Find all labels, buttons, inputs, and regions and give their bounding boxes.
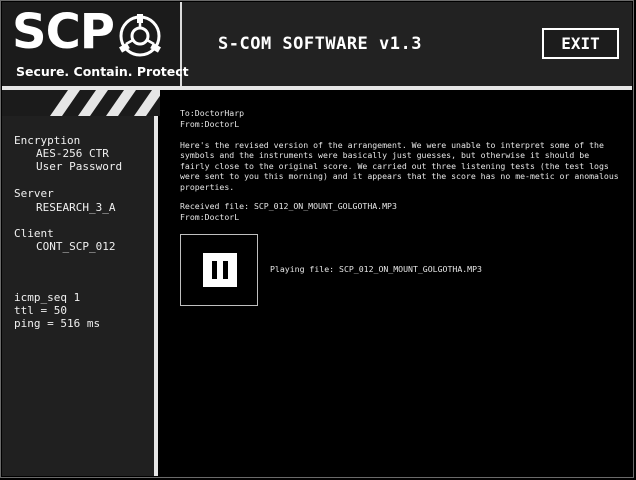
client-label: Client bbox=[14, 227, 54, 240]
received-from: From:DoctorL bbox=[180, 212, 240, 222]
encryption-label: Encryption bbox=[14, 134, 81, 147]
logo-tagline: Secure. Contain. Protect bbox=[16, 64, 189, 79]
message-from: From:DoctorL bbox=[180, 119, 240, 129]
ttl-stat: ttl = 50 bbox=[14, 304, 67, 317]
server-value: RESEARCH_3_A bbox=[36, 201, 116, 214]
scp-emblem-icon bbox=[119, 14, 161, 57]
received-file: Received file: SCP_012_ON_MOUNT_GOLGOTHA… bbox=[180, 201, 397, 211]
encryption-cipher: AES-256 CTR bbox=[36, 147, 109, 160]
ping-stat: ping = 516 ms bbox=[14, 317, 101, 330]
server-label: Server bbox=[14, 187, 54, 200]
pause-button[interactable] bbox=[203, 253, 237, 287]
message-to: To:DoctorHarp bbox=[180, 108, 245, 118]
sidebar-divider bbox=[154, 116, 158, 476]
scp-logo: SCP Secure. Contain. Protect bbox=[2, 2, 189, 86]
app-title: S-COM SOFTWARE v1.3 bbox=[218, 34, 422, 54]
logo-text: SCP bbox=[12, 4, 115, 60]
exit-button[interactable]: EXIT bbox=[542, 28, 619, 59]
audio-player bbox=[180, 234, 258, 306]
pause-icon bbox=[212, 261, 217, 279]
pause-icon-bar bbox=[223, 261, 228, 279]
encryption-auth: User Password bbox=[36, 160, 123, 173]
message-body: Here's the revised version of the arrang… bbox=[180, 140, 619, 192]
icmp-seq-stat: icmp_seq 1 bbox=[14, 291, 81, 304]
client-value: CONT_SCP_012 bbox=[36, 240, 116, 253]
playing-status: Playing file: SCP_012_ON_MOUNT_GOLGOTHA.… bbox=[270, 264, 482, 274]
